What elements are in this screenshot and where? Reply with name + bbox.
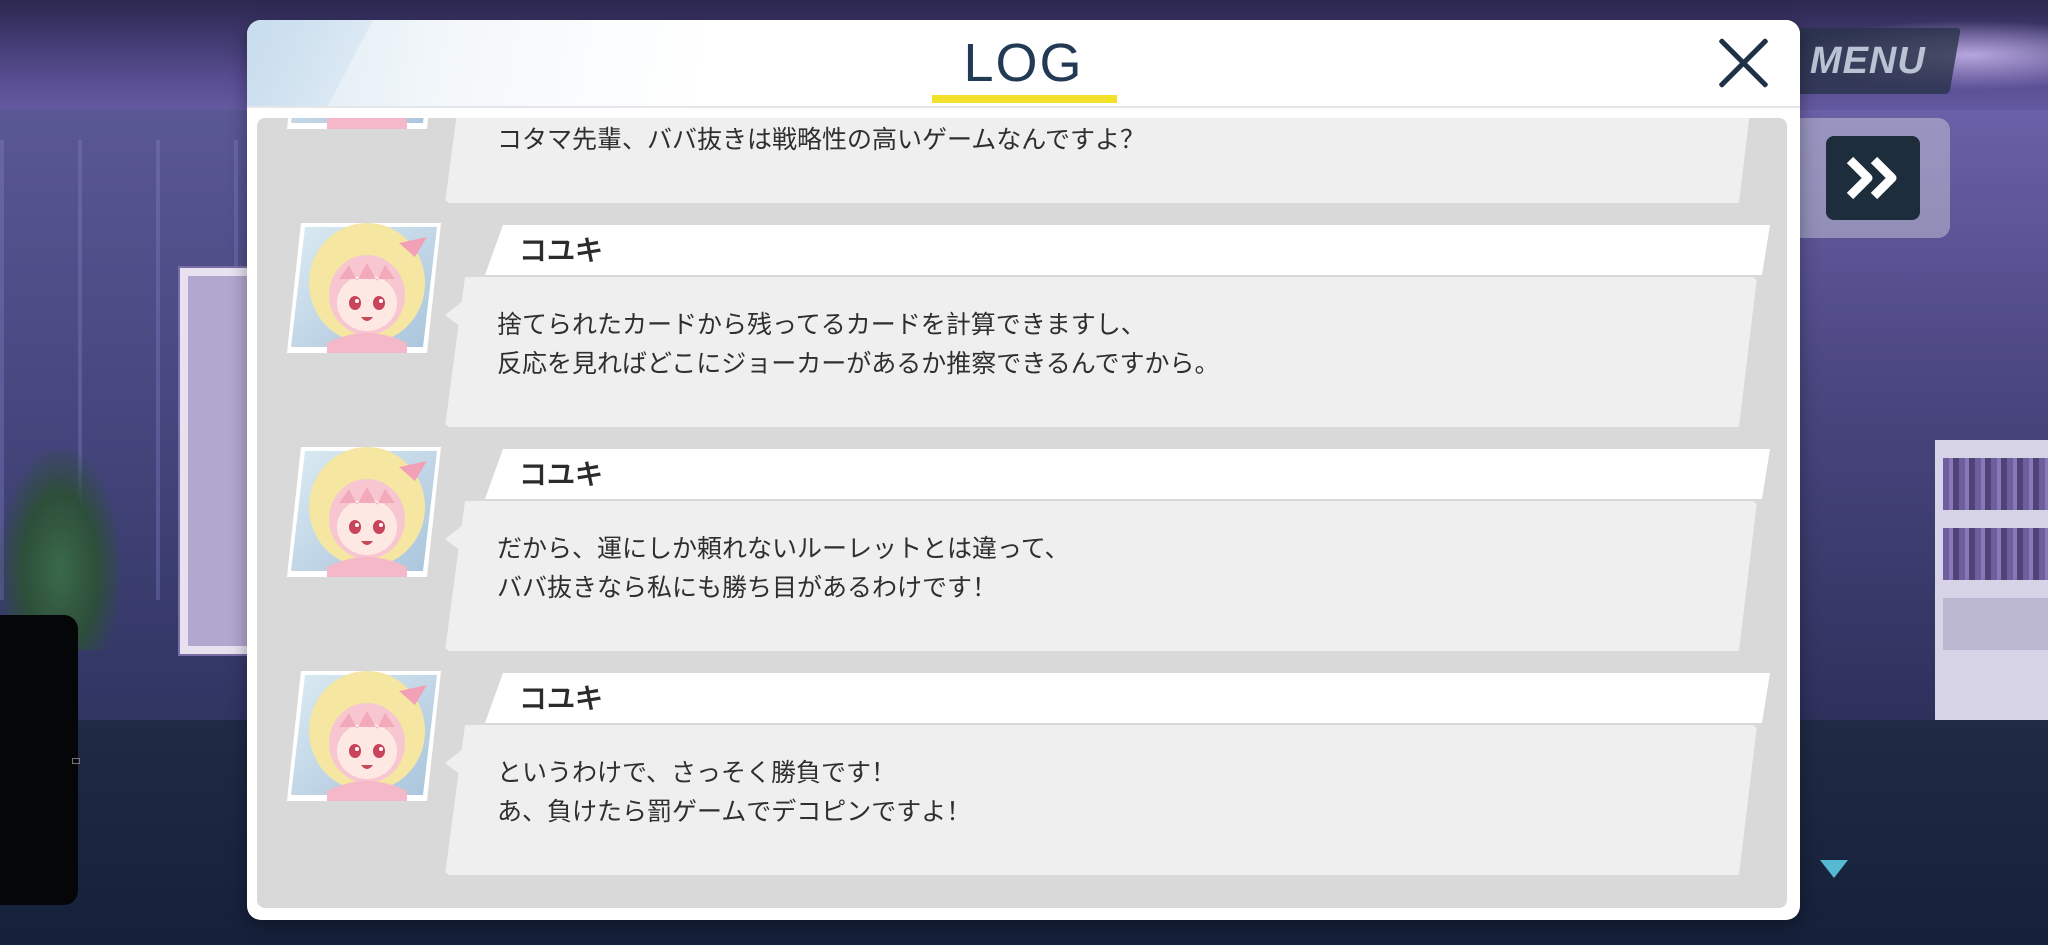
bookshelf bbox=[1935, 440, 2048, 740]
message-line: だから、運にしか頼れないルーレットとは違って、 bbox=[497, 534, 1070, 563]
message-text: ふっふっふ。コタマ先輩、ババ抜きは戦略性の高いゲームなんですよ？ bbox=[497, 118, 1145, 159]
speaker-portrait bbox=[287, 447, 441, 577]
log-panel: LOG ふっふっふ。コタマ先輩、ババ抜きは戦略性の高いゲームなんですよ？ コユキ… bbox=[247, 20, 1800, 920]
menu-label: MENU bbox=[1809, 40, 1926, 82]
speaker-name-tag bbox=[485, 449, 1770, 499]
log-entry: ふっふっふ。コタマ先輩、ババ抜きは戦略性の高いゲームなんですよ？ bbox=[257, 118, 1787, 217]
title-underline bbox=[932, 95, 1117, 103]
log-scroll-area[interactable]: ふっふっふ。コタマ先輩、ババ抜きは戦略性の高いゲームなんですよ？ コユキ捨てられ… bbox=[257, 118, 1787, 908]
message-bubble: というわけで、さっそく勝負です！ あ、負けたら罰ゲームでデコピンですよ！ bbox=[445, 725, 1757, 875]
close-icon[interactable] bbox=[1714, 34, 1772, 92]
message-text: だから、運にしか頼れないルーレットとは違って、 ババ抜きなら私にも勝ち目があるわけ… bbox=[497, 529, 1070, 607]
triangle-down-icon[interactable] bbox=[1820, 860, 1848, 878]
log-entry: コユキだから、運にしか頼れないルーレットとは違って、 ババ抜きなら私にも勝ち目があ… bbox=[257, 441, 1787, 665]
bubble-tail bbox=[445, 301, 463, 329]
log-list: ふっふっふ。コタマ先輩、ババ抜きは戦略性の高いゲームなんですよ？ コユキ捨てられ… bbox=[257, 118, 1787, 889]
bubble-tail bbox=[445, 749, 463, 777]
message-line: というわけで、さっそく勝負です！ bbox=[497, 758, 897, 787]
speaker-name: コユキ bbox=[519, 234, 604, 267]
header-divider bbox=[247, 106, 1800, 108]
message-bubble: ふっふっふ。コタマ先輩、ババ抜きは戦略性の高いゲームなんですよ？ bbox=[445, 118, 1757, 203]
speaker-portrait bbox=[287, 118, 441, 129]
side-indicator bbox=[72, 758, 80, 764]
speaker-name: コユキ bbox=[519, 458, 604, 491]
fast-forward-button[interactable] bbox=[1826, 136, 1920, 220]
message-bubble: だから、運にしか頼れないルーレットとは違って、 ババ抜きなら私にも勝ち目があるわけ… bbox=[445, 501, 1757, 651]
message-text: 捨てられたカードから残ってるカードを計算できますし、反応を見ればどこにジョーカー… bbox=[497, 305, 1220, 383]
message-line: 反応を見ればどこにジョーカーがあるか推察できるんですから。 bbox=[497, 349, 1220, 378]
menu-button[interactable]: MENU bbox=[1784, 28, 1961, 94]
message-line: コタマ先輩、ババ抜きは戦略性の高いゲームなんですよ？ bbox=[497, 125, 1146, 154]
message-bubble: 捨てられたカードから残ってるカードを計算できますし、反応を見ればどこにジョーカー… bbox=[445, 277, 1757, 427]
log-title: LOG bbox=[963, 33, 1084, 93]
speaker-name: コユキ bbox=[519, 682, 604, 715]
speaker-portrait bbox=[287, 223, 441, 353]
message-line: あ、負けたら罰ゲームでデコピンですよ！ bbox=[497, 797, 972, 826]
side-black-panel bbox=[0, 615, 78, 905]
message-line: 捨てられたカードから残ってるカードを計算できますし、 bbox=[497, 310, 1146, 339]
fast-forward-icon bbox=[1846, 156, 1897, 200]
message-line: ババ抜きなら私にも勝ち目があるわけです！ bbox=[497, 573, 998, 602]
log-entry: コユキ捨てられたカードから残ってるカードを計算できますし、反応を見ればどこにジョ… bbox=[257, 217, 1787, 441]
log-entry: コユキというわけで、さっそく勝負です！ あ、負けたら罰ゲームでデコピンですよ！ bbox=[257, 665, 1787, 889]
message-text: というわけで、さっそく勝負です！ あ、負けたら罰ゲームでデコピンですよ！ bbox=[497, 753, 971, 831]
speaker-name-tag bbox=[485, 225, 1770, 275]
speaker-portrait bbox=[287, 671, 441, 801]
bubble-tail bbox=[445, 525, 463, 553]
speaker-name-tag bbox=[485, 673, 1770, 723]
